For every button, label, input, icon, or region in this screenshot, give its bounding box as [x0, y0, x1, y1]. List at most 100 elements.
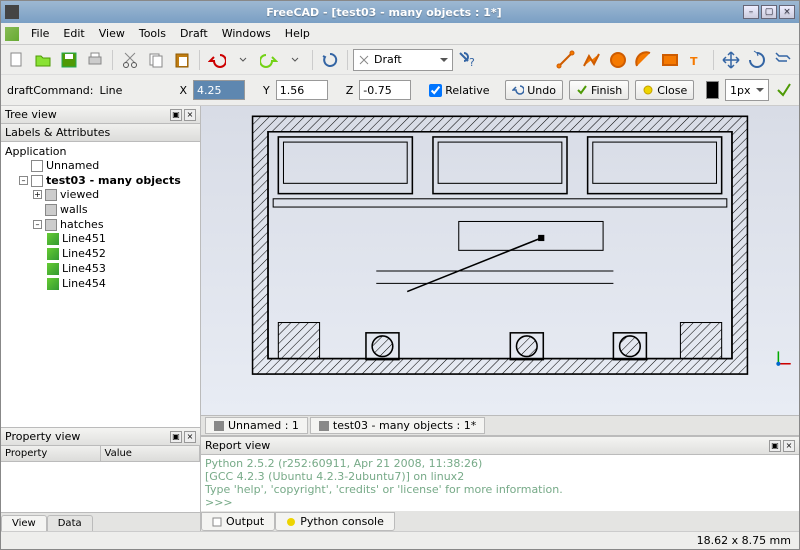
draft-wire-button[interactable]: [580, 48, 604, 72]
document-icon: [319, 421, 329, 431]
report-line: Python 2.5.2 (r252:60911, Apr 21 2008, 1…: [205, 457, 482, 470]
document-tabs: Unnamed : 1 test03 - many objects : 1*: [201, 416, 799, 436]
tree-item-test03[interactable]: –test03 - many objects: [19, 174, 198, 187]
folder-icon: [45, 219, 57, 231]
z-label: Z: [346, 84, 354, 97]
tree-item-hatches[interactable]: –hatches: [33, 218, 198, 231]
x-label: X: [179, 84, 187, 97]
tab-data[interactable]: Data: [47, 515, 93, 531]
y-input[interactable]: [276, 80, 328, 100]
draft-text-button[interactable]: T: [684, 48, 708, 72]
doctab-test03[interactable]: test03 - many objects : 1*: [310, 417, 485, 434]
report-line: Type 'help', 'copyright', 'credits' or '…: [205, 483, 563, 496]
report-line: >>>: [205, 496, 233, 509]
tree-item-viewed[interactable]: +viewed: [33, 188, 198, 201]
menu-edit[interactable]: Edit: [57, 25, 90, 42]
doctab-unnamed[interactable]: Unnamed : 1: [205, 417, 308, 434]
svg-text:?: ?: [469, 56, 475, 69]
tree-item-walls[interactable]: walls: [33, 203, 198, 216]
expander-icon[interactable]: +: [33, 190, 42, 199]
report-view: Report view ▣× Python 2.5.2 (r252:60911,…: [201, 436, 799, 531]
tree-view[interactable]: Application Unnamed –test03 - many objec…: [1, 142, 200, 427]
tab-output[interactable]: Output: [201, 512, 275, 531]
finish-minibutton[interactable]: Finish: [569, 80, 629, 100]
refresh-button[interactable]: [318, 48, 342, 72]
tree-columns-header: Labels & Attributes: [1, 124, 200, 142]
draft-command-bar: draftCommand: Line X Y Z Relative Undo F…: [1, 75, 799, 106]
maximize-button[interactable]: ▢: [761, 5, 777, 19]
new-button[interactable]: [5, 48, 29, 72]
property-view-header: Property view ▣×: [1, 428, 200, 446]
svg-text:T: T: [690, 55, 698, 68]
draft-move-button[interactable]: [719, 48, 743, 72]
undo-minibutton[interactable]: Undo: [505, 80, 563, 100]
close-button[interactable]: ×: [779, 5, 795, 19]
cut-button[interactable]: [118, 48, 142, 72]
redo-dropdown[interactable]: [283, 48, 307, 72]
menu-file[interactable]: File: [25, 25, 55, 42]
copy-button[interactable]: [144, 48, 168, 72]
draft-command-label: draftCommand:: [7, 84, 93, 97]
paste-button[interactable]: [170, 48, 194, 72]
y-label: Y: [263, 84, 270, 97]
draft-rect-button[interactable]: [658, 48, 682, 72]
tree-item-line451[interactable]: Line451: [47, 232, 198, 245]
tab-view[interactable]: View: [1, 515, 47, 531]
statusbar: 18.62 x 8.75 mm: [1, 531, 799, 549]
document-icon: [31, 175, 43, 187]
z-input[interactable]: [359, 80, 411, 100]
report-undock-button[interactable]: ▣: [769, 440, 781, 452]
main-toolbar: Draft ? T: [1, 45, 799, 75]
menubar: File Edit View Tools Draft Windows Help: [1, 23, 799, 45]
draft-apply-button[interactable]: [775, 78, 793, 102]
folder-icon: [45, 204, 57, 216]
line-icon: [47, 233, 59, 245]
relative-checkbox[interactable]: Relative: [429, 84, 489, 97]
drawing-canvas[interactable]: [201, 106, 799, 395]
window-title: FreeCAD - [test03 - many objects : 1*]: [25, 6, 743, 19]
whatsthis-button[interactable]: ?: [455, 48, 479, 72]
draft-circle-button[interactable]: [606, 48, 630, 72]
workbench-combo[interactable]: Draft: [353, 49, 453, 71]
menu-view[interactable]: View: [93, 25, 131, 42]
report-close-button[interactable]: ×: [783, 440, 795, 452]
tree-undock-button[interactable]: ▣: [170, 109, 182, 121]
report-body[interactable]: Python 2.5.2 (r252:60911, Apr 21 2008, 1…: [201, 455, 799, 511]
undo-button[interactable]: [205, 48, 229, 72]
menu-windows[interactable]: Windows: [216, 25, 277, 42]
draft-arc-button[interactable]: [632, 48, 656, 72]
tree-item-unnamed[interactable]: Unnamed: [19, 159, 198, 172]
print-button[interactable]: [83, 48, 107, 72]
draft-offset-button[interactable]: [771, 48, 795, 72]
3d-view[interactable]: [201, 106, 799, 416]
property-body[interactable]: [1, 462, 200, 512]
save-button[interactable]: [57, 48, 81, 72]
open-button[interactable]: [31, 48, 55, 72]
expander-icon[interactable]: –: [19, 176, 28, 185]
menu-tools[interactable]: Tools: [133, 25, 172, 42]
prop-close-button[interactable]: ×: [184, 431, 196, 443]
tab-python-console[interactable]: Python console: [275, 512, 395, 531]
redo-button[interactable]: [257, 48, 281, 72]
prop-undock-button[interactable]: ▣: [170, 431, 182, 443]
minimize-button[interactable]: –: [743, 5, 759, 19]
expander-icon[interactable]: –: [33, 220, 42, 229]
linewidth-combo[interactable]: 1px: [725, 79, 769, 101]
report-line: [GCC 4.2.3 (Ubuntu 4.2.3-2ubuntu7)] on l…: [205, 470, 464, 483]
undo-dropdown[interactable]: [231, 48, 255, 72]
tree-root[interactable]: Application: [5, 145, 198, 158]
tree-close-button[interactable]: ×: [184, 109, 196, 121]
line-icon: [47, 248, 59, 260]
tree-item-line453[interactable]: Line453: [47, 262, 198, 275]
draft-rotate-button[interactable]: [745, 48, 769, 72]
draft-line-button[interactable]: [554, 48, 578, 72]
line-icon: [47, 263, 59, 275]
python-icon: [286, 517, 296, 527]
color-picker[interactable]: [706, 81, 719, 99]
close-minibutton[interactable]: Close: [635, 80, 694, 100]
menu-draft[interactable]: Draft: [174, 25, 214, 42]
x-input[interactable]: [193, 80, 245, 100]
menu-help[interactable]: Help: [279, 25, 316, 42]
tree-item-line452[interactable]: Line452: [47, 247, 198, 260]
tree-item-line454[interactable]: Line454: [47, 277, 198, 290]
